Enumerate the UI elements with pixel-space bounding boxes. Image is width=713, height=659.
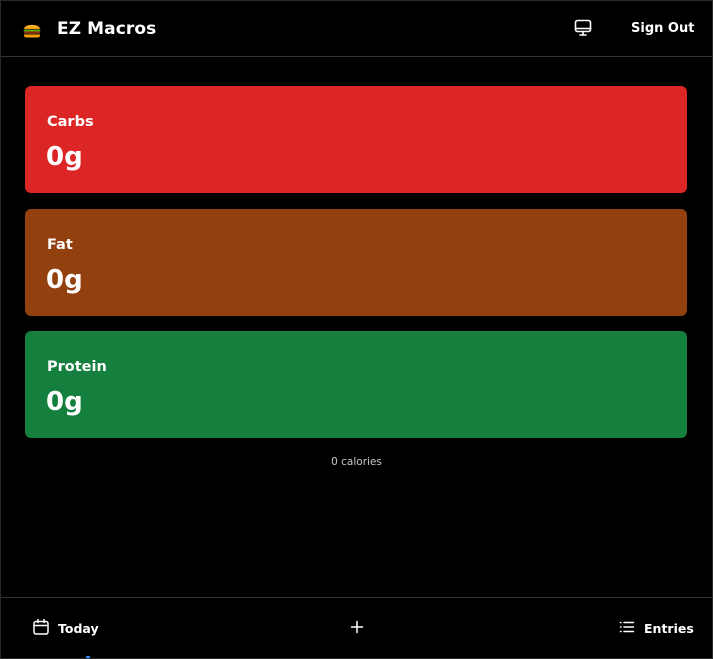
fat-value: 0g: [46, 265, 83, 295]
sign-out-button[interactable]: Sign Out: [623, 17, 702, 41]
fat-label: Fat: [47, 237, 73, 253]
top-header: EZ Macros Sign Out: [1, 1, 712, 57]
display-toggle-button[interactable]: [570, 17, 596, 43]
today-button[interactable]: Today: [32, 618, 99, 640]
app-title: EZ Macros: [57, 19, 157, 39]
monitor-icon: [573, 18, 593, 42]
fat-card: Fat 0g: [25, 209, 687, 316]
carbs-label: Carbs: [47, 114, 94, 130]
today-label: Today: [58, 621, 99, 636]
carbs-value: 0g: [46, 142, 83, 172]
entries-button[interactable]: Entries: [618, 618, 694, 640]
add-entry-button[interactable]: [346, 618, 368, 640]
calendar-icon: [32, 618, 50, 640]
plus-icon: [349, 619, 365, 639]
calories-total: 0 calories: [331, 456, 382, 468]
burger-icon: [21, 19, 43, 41]
focus-indicator: [86, 656, 90, 658]
protein-label: Protein: [47, 359, 107, 375]
list-icon: [618, 618, 636, 640]
protein-card: Protein 0g: [25, 331, 687, 438]
carbs-card: Carbs 0g: [25, 86, 687, 193]
entries-label: Entries: [644, 621, 694, 636]
app-window: EZ Macros Sign Out Carbs 0g Fat 0g Prote…: [0, 0, 713, 659]
bottom-nav: Today Entries: [1, 597, 712, 658]
protein-value: 0g: [46, 387, 83, 417]
